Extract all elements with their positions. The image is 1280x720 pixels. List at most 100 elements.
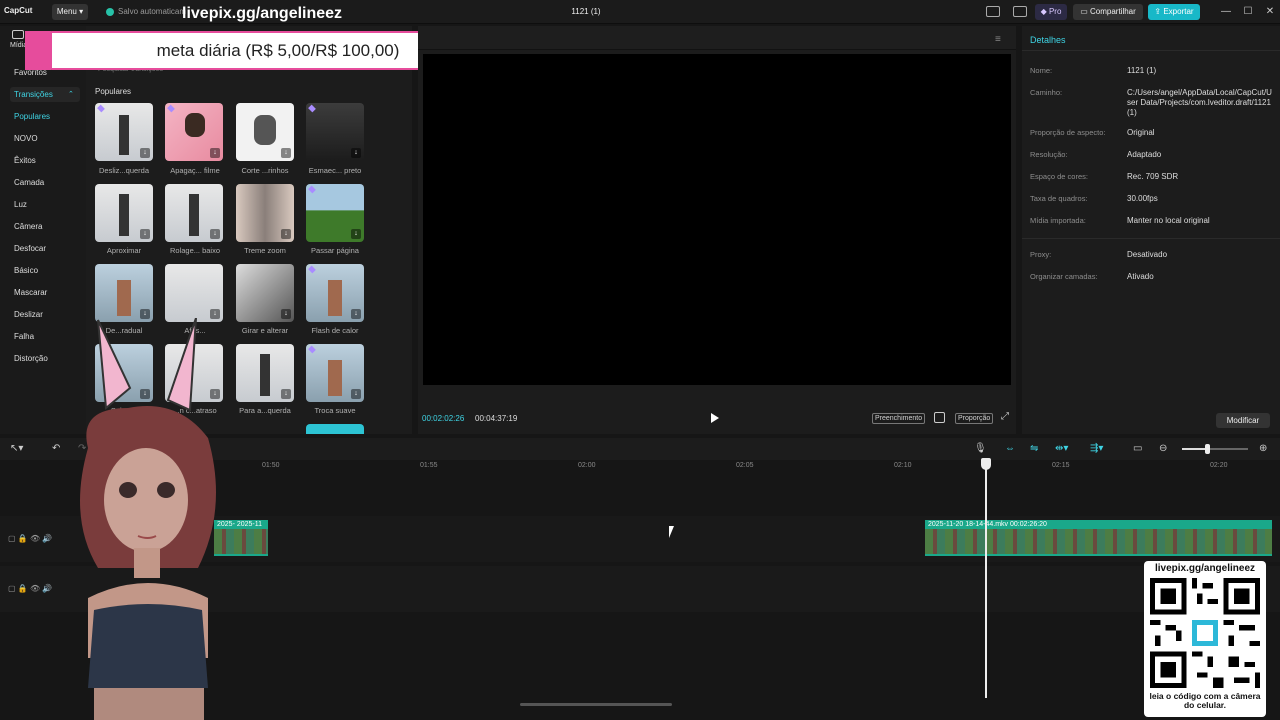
sidebar-item-mask[interactable]: Mascarar (14, 288, 47, 297)
transition-thumb[interactable]: ↓ (95, 264, 153, 322)
sidebar-item-camera[interactable]: Câmera (14, 222, 42, 231)
transition-thumb[interactable]: ↓ (306, 184, 364, 242)
sidebar-item-glitch[interactable]: Falha (14, 332, 34, 341)
sidebar-item-basic[interactable]: Básico (14, 266, 38, 275)
detail-value: Rec. 709 SDR (1127, 172, 1179, 181)
detail-key: Mídia importada: (1030, 216, 1086, 225)
clip-title: 2025-11-20 18-14-44.mkv 00:02:26:20 (925, 520, 1272, 529)
detail-value: 1121 (1) (1127, 66, 1157, 75)
zoom-slider-handle[interactable] (1205, 444, 1210, 454)
transition-label: Passar página (311, 246, 359, 255)
sidebar-item-popular[interactable]: Populares (14, 112, 50, 121)
close-icon[interactable]: ✕ (1263, 5, 1277, 19)
shortcut-icon[interactable] (1013, 6, 1027, 17)
transition-label: Treme zoom (244, 246, 286, 255)
ruler-tick: 02:00 (578, 462, 596, 469)
transition-label: Flash de calor (311, 326, 359, 335)
detail-value: Ativado (1127, 272, 1154, 281)
fullscreen-icon[interactable]: ⤢ (1001, 411, 1009, 422)
duration-timecode: 00:04:37:19 (475, 414, 518, 423)
play-icon[interactable] (711, 413, 719, 423)
transition-thumb[interactable]: ↓ (95, 103, 153, 161)
detail-value: Original (1127, 128, 1155, 137)
detail-key: Proxy: (1030, 250, 1052, 259)
detail-key: Espaço de cores: (1030, 172, 1088, 181)
transition-thumb[interactable]: ↓ (236, 103, 294, 161)
transition-label: Troca suave (314, 406, 356, 415)
transition-thumb[interactable]: ↓ (236, 184, 294, 242)
zoom-in-icon[interactable]: ⊕ (1259, 443, 1267, 454)
ruler-tick: 02:20 (1210, 462, 1228, 469)
divider (1022, 238, 1280, 239)
qr-url: livepix.gg/angelineez (1154, 563, 1256, 574)
detail-key: Taxa de quadros: (1030, 194, 1088, 203)
sidebar-item-distortion[interactable]: Distorção (14, 354, 48, 363)
divider (1022, 50, 1280, 51)
transition-thumb[interactable]: ↓ (306, 264, 364, 322)
select-tool-icon[interactable]: ↖▾ (10, 443, 23, 454)
transition-thumb[interactable]: ↓ (306, 344, 364, 402)
transition-thumb[interactable]: ↓ (165, 103, 223, 161)
ratio-button[interactable]: Proporção (955, 413, 994, 424)
preview-canvas[interactable] (423, 54, 1011, 385)
snap-icon[interactable]: ⇋ (1030, 443, 1038, 454)
transition-label: Desliz...querda (98, 166, 150, 175)
timeline-scrollbar[interactable] (520, 703, 672, 706)
crop-icon[interactable] (934, 412, 945, 423)
sidebar-item-layer[interactable]: Camada (14, 178, 44, 187)
preview-axis-icon[interactable]: ⇹▾ (1055, 443, 1068, 454)
detail-value: Manter no local original (1127, 216, 1210, 225)
detail-key: Resolução: (1030, 150, 1068, 159)
player-menu-icon[interactable]: ≡ (995, 34, 1001, 45)
microphone-icon[interactable]: 🎙 (974, 443, 987, 454)
fill-button[interactable]: Preenchimento (872, 413, 926, 424)
transition-label: Apagaç... filme (170, 166, 220, 175)
track-controls[interactable]: ▢ 🔒 👁 🔊 (8, 584, 52, 593)
chevron-up-icon[interactable]: ⌃ (68, 90, 74, 98)
transition-thumb[interactable]: ↓ (306, 103, 364, 161)
video-clip[interactable]: 2025-11-20 18-14-44.mkv 00:02:26:20 (925, 520, 1272, 556)
track-controls[interactable]: ▢ 🔒 👁 🔊 (8, 534, 52, 543)
details-title: Detalhes (1030, 35, 1066, 45)
clip-frames (925, 529, 1272, 556)
detail-key: Nome: (1030, 66, 1053, 75)
transition-label: Aproximar (106, 246, 142, 255)
transition-thumb[interactable]: ↓ (165, 264, 223, 322)
qr-caption: leia o código com a câmera do celular. (1149, 691, 1261, 710)
player-header (418, 26, 1016, 50)
share-button[interactable]: ▭ Compartilhar (1073, 4, 1143, 20)
transition-thumb[interactable]: ↓ (165, 184, 223, 242)
transition-label: Corte ...rinhos (241, 166, 289, 175)
sidebar-item-blur[interactable]: Desfocar (14, 244, 46, 253)
project-title: 1121 (1) (571, 7, 601, 16)
maximize-icon[interactable]: ☐ (1241, 5, 1255, 19)
goal-progress-bar (25, 31, 51, 70)
ruler-tick: 01:55 (420, 462, 438, 469)
playhead[interactable] (985, 458, 987, 698)
transition-thumb[interactable]: ↓ (236, 264, 294, 322)
minimize-icon[interactable]: — (1219, 5, 1233, 19)
ruler-tick: 02:15 (1052, 462, 1070, 469)
menu-button[interactable]: Menu ▾ (52, 4, 88, 20)
pro-button[interactable]: ◆ Pro (1035, 4, 1067, 20)
modify-button[interactable]: Modificar (1216, 413, 1270, 428)
sidebar-item-transitions[interactable]: Transições (14, 90, 53, 99)
sidebar-item-new[interactable]: NOVO (14, 134, 38, 143)
detail-value: Adaptado (1127, 150, 1162, 159)
sidebar-item-hits[interactable]: Êxitos (14, 156, 36, 165)
transition-thumb[interactable] (306, 424, 364, 434)
detail-key: Proporção de aspecto: (1030, 128, 1106, 137)
layout-icon[interactable] (986, 6, 1000, 17)
align-icon[interactable]: ⇶▾ (1090, 443, 1103, 454)
caption-icon[interactable]: ▭ (1133, 443, 1142, 454)
transition-thumb[interactable]: ↓ (95, 184, 153, 242)
zoom-out-icon[interactable]: ⊖ (1159, 443, 1167, 454)
export-button[interactable]: ⇪ Exportar (1148, 4, 1200, 20)
media-icon[interactable] (12, 30, 24, 39)
detail-value: C:/Users/angel/AppData/Local/CapCut/User… (1127, 88, 1272, 117)
sidebar-item-light[interactable]: Luz (14, 200, 27, 209)
transition-label: Rolage... baixo (169, 246, 221, 255)
sidebar-item-slide[interactable]: Deslizar (14, 310, 43, 319)
vtuber-avatar (80, 318, 216, 720)
link-icon[interactable]: ⇔ (1005, 443, 1015, 454)
